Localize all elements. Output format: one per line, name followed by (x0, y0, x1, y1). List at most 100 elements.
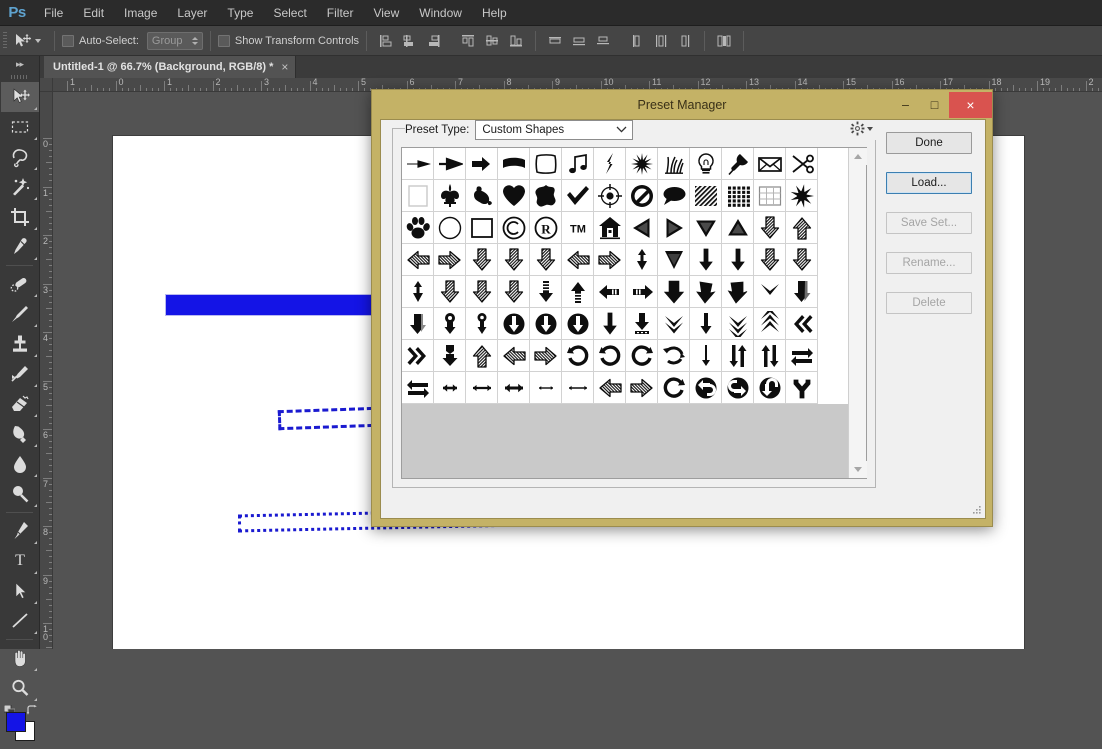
preset-item-arrow-slim-down[interactable] (690, 340, 722, 372)
chevron-down-icon[interactable] (35, 39, 41, 43)
preset-item-trademark-symbol[interactable]: TM (562, 212, 594, 244)
preset-item-arrow-thin-right[interactable] (402, 148, 434, 180)
scroll-down-arrow-icon[interactable] (849, 461, 867, 478)
preset-item-crosshair-target[interactable] (594, 180, 626, 212)
menu-select[interactable]: Select (263, 0, 316, 26)
preset-item-copyright-symbol[interactable] (498, 212, 530, 244)
preset-item-circle[interactable] (434, 212, 466, 244)
preset-item-arrow-3d-down-4[interactable] (530, 244, 562, 276)
preset-item-arrow-circle-down-1[interactable] (498, 308, 530, 340)
preset-item-arrow-3d-left-2[interactable] (562, 244, 594, 276)
preset-item-arrow-3d-up-2[interactable] (466, 340, 498, 372)
preset-item-arrow-striped-down[interactable] (530, 276, 562, 308)
preset-item-triangle-left[interactable] (626, 212, 658, 244)
distribute-horizontal-centers-icon[interactable] (650, 30, 672, 52)
clone-stamp-tool[interactable] (1, 329, 39, 359)
menu-help[interactable]: Help (472, 0, 517, 26)
preset-item-arrow-pedestal-down[interactable] (626, 308, 658, 340)
menu-image[interactable]: Image (114, 0, 167, 26)
dialog-title-bar[interactable]: Preset Manager – □ × (372, 90, 992, 119)
preset-grid-scroll[interactable]: RTM (402, 148, 848, 478)
preset-item-arrow-3d-down-5[interactable] (754, 244, 786, 276)
preset-item-arrow-recycle[interactable] (658, 340, 690, 372)
preset-item-square-outline[interactable] (466, 212, 498, 244)
preset-item-fleur-de-lis[interactable] (434, 180, 466, 212)
maximize-icon[interactable]: □ (920, 92, 949, 118)
preset-item-arrow-fork-y[interactable] (786, 372, 818, 404)
preset-item-lightning-bolt[interactable] (594, 148, 626, 180)
lasso-tool[interactable] (1, 142, 39, 172)
rectangular-marquee-tool[interactable] (1, 112, 39, 142)
line-tool[interactable] (1, 606, 39, 636)
panel-menu-button[interactable] (844, 121, 873, 136)
brush-tool[interactable] (1, 299, 39, 329)
preset-item-arrow-3d-slim-down[interactable] (690, 244, 722, 276)
preset-item-chevron-double-down[interactable] (658, 308, 690, 340)
preset-item-star-burst-8[interactable] (786, 180, 818, 212)
preset-item-arrow-down-shadow-1[interactable] (786, 276, 818, 308)
preset-item-clover-splat[interactable] (530, 180, 562, 212)
tools-collapse-button[interactable]: ▸▸ (0, 56, 39, 72)
preset-item-arrow-circle-left[interactable] (690, 372, 722, 404)
align-bottom-edges-icon[interactable] (505, 30, 527, 52)
menu-window[interactable]: Window (409, 0, 472, 26)
preset-type-dropdown[interactable]: Custom Shapes (475, 120, 633, 140)
align-vertical-centers-icon[interactable] (481, 30, 503, 52)
preset-item-triangle-up[interactable] (722, 212, 754, 244)
preset-item-arrow-3d-down-6[interactable] (786, 244, 818, 276)
preset-item-arrow-3d-diamond-2[interactable] (402, 276, 434, 308)
preset-item-arrow-pin-down-1[interactable] (434, 308, 466, 340)
preset-item-paw-print[interactable] (402, 212, 434, 244)
align-left-edges-icon[interactable] (375, 30, 397, 52)
preset-grid-scrollbar[interactable] (848, 148, 866, 478)
preset-item-house[interactable] (594, 212, 626, 244)
preset-item-square-empty[interactable] (402, 180, 434, 212)
align-horizontal-centers-icon[interactable] (399, 30, 421, 52)
preset-item-arrow-double-head-thin-2[interactable] (562, 372, 594, 404)
preset-item-arrow-double-head-thin-1[interactable] (530, 372, 562, 404)
preset-item-arrow-3d-left-4[interactable] (594, 372, 626, 404)
preset-item-arrow-exchange-horizontal-1[interactable] (786, 340, 818, 372)
options-bar-grip[interactable] (0, 26, 10, 56)
preset-item-scissors[interactable] (786, 148, 818, 180)
preset-item-arrow-3d-left-1[interactable] (402, 244, 434, 276)
preset-item-prohibition-sign[interactable] (626, 180, 658, 212)
document-tab[interactable]: Untitled-1 @ 66.7% (Background, RGB/8) *… (44, 56, 296, 78)
swap-colors-icon[interactable] (26, 705, 37, 719)
preset-item-arrow-circle-down-2[interactable] (530, 308, 562, 340)
preset-item-chevron-stack-down[interactable] (722, 308, 754, 340)
distribute-top-edges-icon[interactable] (544, 30, 566, 52)
preset-item-arrow-3d-up-1[interactable] (786, 212, 818, 244)
preset-item-arrow-block-right[interactable] (466, 148, 498, 180)
preset-item-arrow-3d-right-3[interactable] (530, 340, 562, 372)
load-button[interactable]: Load... (886, 172, 972, 194)
magic-wand-tool[interactable] (1, 172, 39, 202)
preset-item-arrow-3d-right-2[interactable] (594, 244, 626, 276)
preset-item-dotted-grid[interactable] (722, 180, 754, 212)
preset-item-arrow-exchange-horizontal-2[interactable] (402, 372, 434, 404)
menu-view[interactable]: View (363, 0, 409, 26)
preset-item-arrow-3d-down-2[interactable] (466, 244, 498, 276)
preset-item-pushpin[interactable] (722, 148, 754, 180)
close-icon[interactable]: × (281, 61, 288, 73)
preset-item-grid-square[interactable] (754, 180, 786, 212)
auto-align-layers-icon[interactable] (713, 30, 735, 52)
eyedropper-tool[interactable] (1, 232, 39, 262)
crop-tool[interactable] (1, 202, 39, 232)
tools-panel-grip[interactable] (0, 72, 39, 82)
menu-layer[interactable]: Layer (167, 0, 217, 26)
preset-item-music-note[interactable] (562, 148, 594, 180)
preset-item-speech-bubble[interactable] (658, 180, 690, 212)
preset-item-arrow-up-down-pair[interactable] (722, 340, 754, 372)
menu-file[interactable]: File (34, 0, 73, 26)
preset-item-arrow-circle-down-3[interactable] (562, 308, 594, 340)
done-button[interactable]: Done (886, 132, 972, 154)
preset-item-triangle-right[interactable] (658, 212, 690, 244)
menu-filter[interactable]: Filter (317, 0, 364, 26)
gradient-tool[interactable] (1, 419, 39, 449)
tool-preset-picker[interactable] (10, 26, 47, 56)
preset-item-arrow-3d-left-3[interactable] (498, 340, 530, 372)
preset-item-check-mark[interactable] (562, 180, 594, 212)
distribute-left-edges-icon[interactable] (626, 30, 648, 52)
preset-item-arrow-3d-right-4[interactable] (626, 372, 658, 404)
